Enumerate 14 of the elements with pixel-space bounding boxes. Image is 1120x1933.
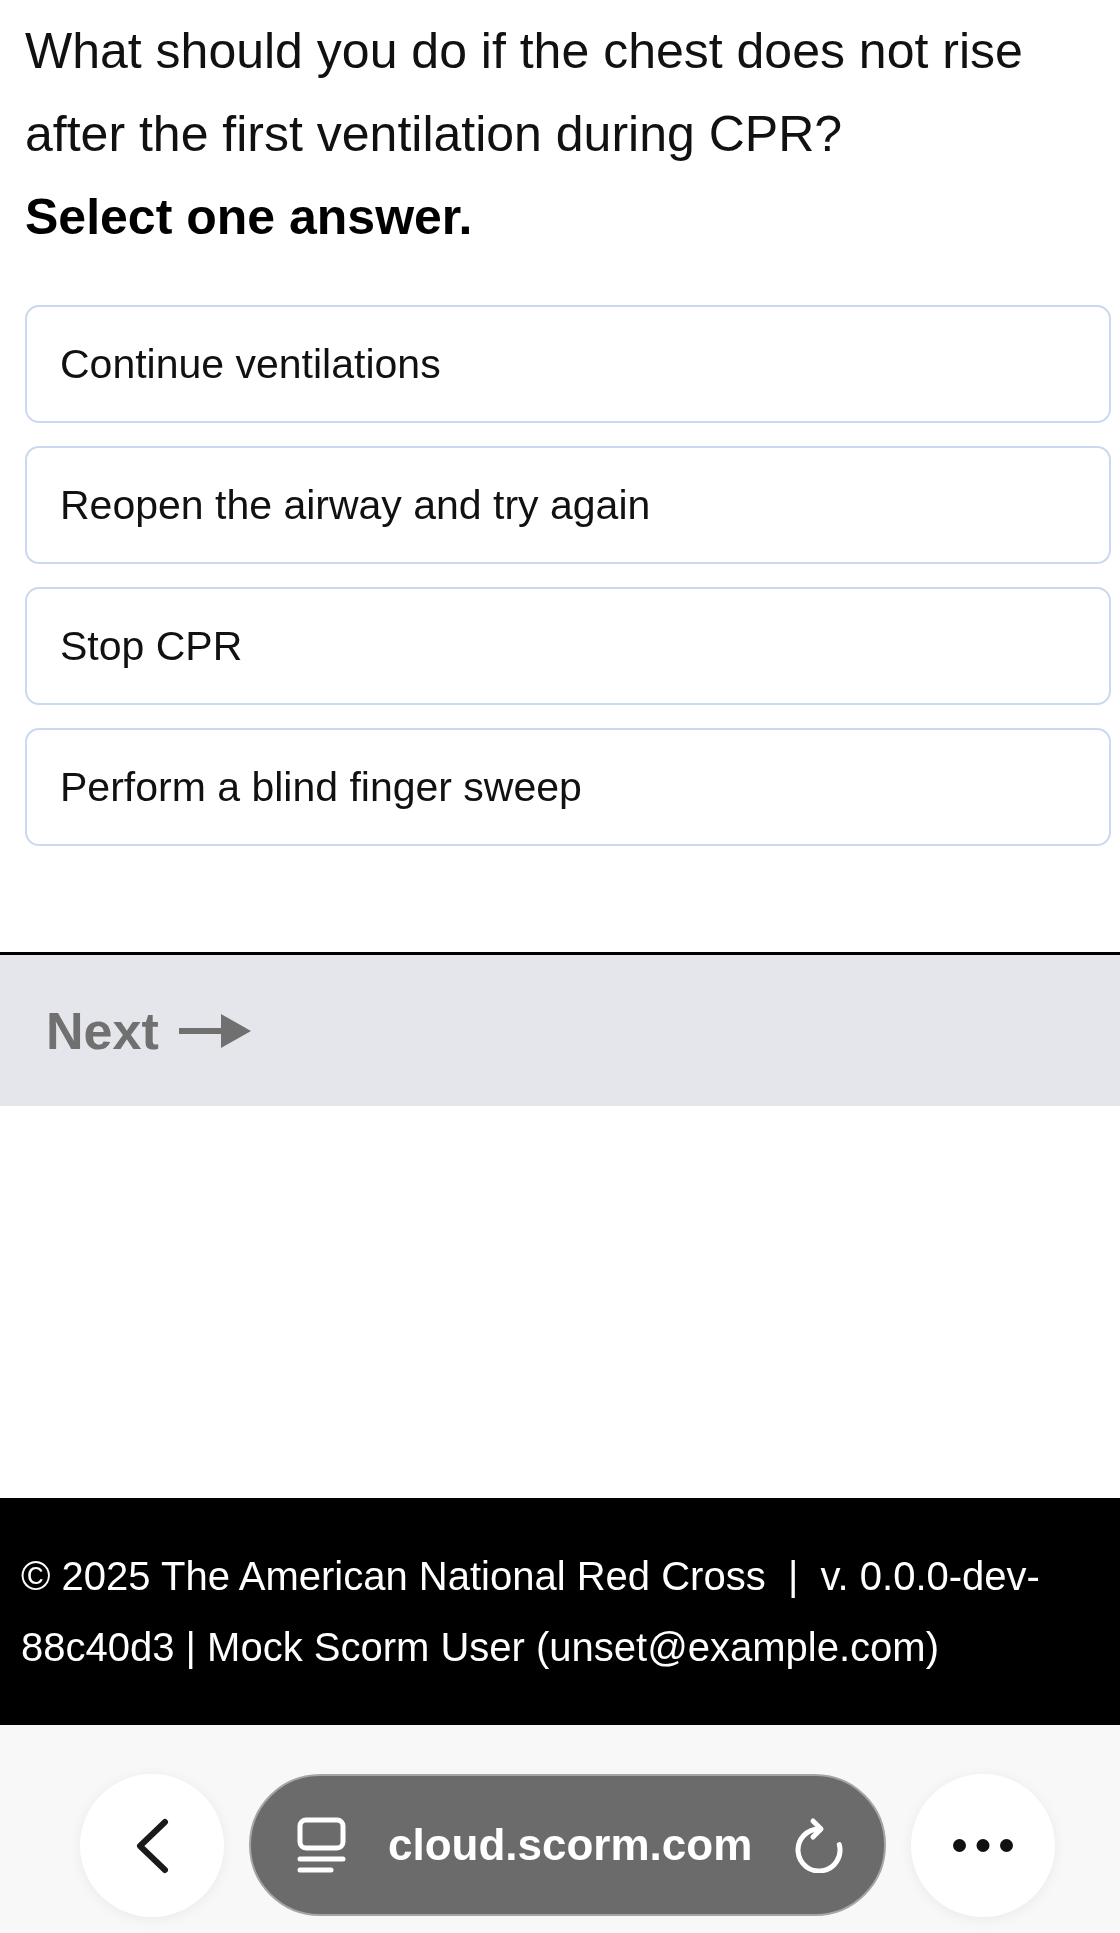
- monitor-icon: [297, 1817, 346, 1873]
- footer-text: © 2025 The American National Red Cross | v. 0.0.0-dev-88c40d3 | Mock Scorm User (unset@example.com): [21, 1553, 1041, 1671]
- chevron-left-icon: [135, 1817, 169, 1874]
- question-text: What should you do if the chest does not rise after the first ventilation during CPR?: [25, 22, 1024, 164]
- more-icon: [953, 1839, 1013, 1852]
- instruction-text: Select one answer.: [25, 188, 474, 247]
- answer-option[interactable]: Continue ventilations: [25, 305, 1111, 423]
- url-text[interactable]: cloud.scorm.com: [388, 1819, 753, 1871]
- answer-option[interactable]: Stop CPR: [25, 587, 1111, 705]
- arrow-right-icon: [178, 1013, 251, 1048]
- answer-option[interactable]: Perform a blind finger sweep: [25, 728, 1111, 846]
- reload-icon[interactable]: [792, 1817, 846, 1873]
- address-bar[interactable]: cloud.scorm.com: [249, 1774, 886, 1916]
- answer-option[interactable]: Reopen the airway and try again: [25, 446, 1111, 564]
